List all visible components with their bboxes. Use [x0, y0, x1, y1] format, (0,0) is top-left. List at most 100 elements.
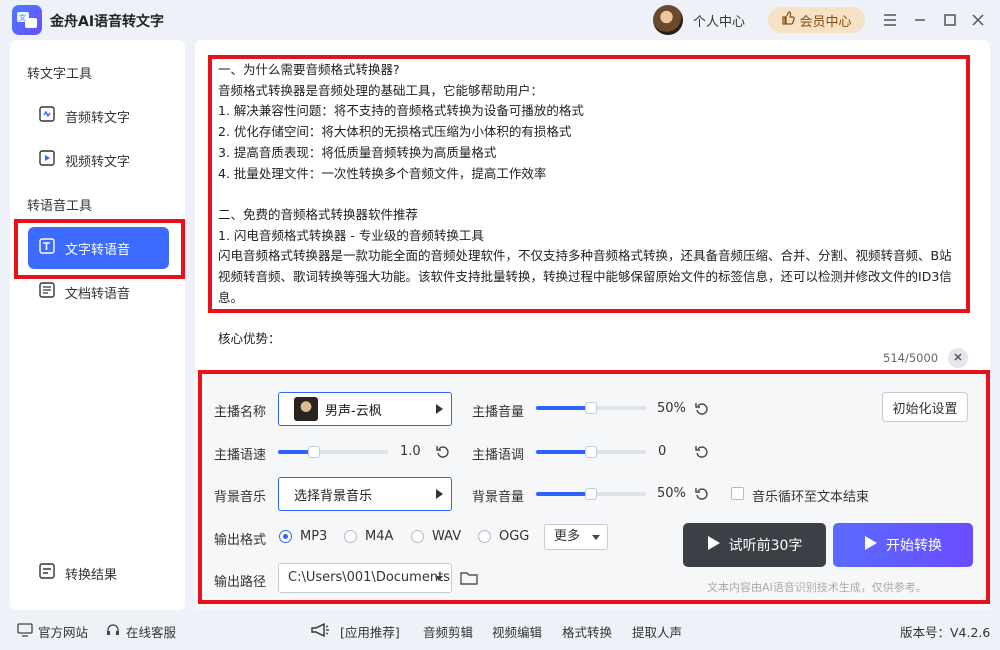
anchor-picker[interactable]: 男声-云枫 — [278, 392, 452, 426]
recommend-label: [应用推荐] — [340, 625, 400, 640]
reset-icon[interactable] — [435, 444, 451, 460]
thumb-up-icon — [781, 11, 796, 29]
output-path-select[interactable]: C:\Users\001\Documents — [278, 563, 452, 593]
bgm-volume-value: 50% — [657, 486, 686, 501]
speed-slider[interactable] — [278, 445, 388, 459]
format-radio-m4a[interactable] — [344, 530, 357, 543]
text-line — [218, 308, 958, 329]
pitch-slider[interactable] — [536, 445, 646, 459]
anchor-avatar — [294, 397, 318, 421]
text-line: 3. 提高音质表现：将低质量音频转换为高质量格式 — [218, 144, 497, 160]
vip-center-button[interactable]: 会员中心 — [768, 7, 865, 33]
menu-icon[interactable] — [880, 10, 900, 30]
format-radio-ogg[interactable] — [478, 530, 491, 543]
format-m4a-label: M4A — [365, 529, 394, 544]
sidebar-item-video-to-text[interactable]: 视频转文字 — [38, 150, 130, 170]
support-label: 在线客服 — [126, 625, 177, 640]
svg-text:文: 文 — [19, 13, 26, 22]
support-link[interactable]: 在线客服 — [105, 622, 176, 641]
user-center-link[interactable]: 个人中心 — [693, 11, 745, 30]
clear-text-button[interactable] — [948, 348, 968, 368]
speed-value: 1.0 — [400, 444, 421, 459]
website-link[interactable]: 官方网站 — [17, 622, 88, 641]
maximize-icon[interactable] — [940, 10, 960, 30]
sidebar-item-doc-to-speech[interactable]: 文档转语音 — [38, 282, 130, 302]
bgm-volume-label: 背景音量 — [472, 490, 525, 505]
slider-handle[interactable] — [585, 446, 597, 458]
sidebar-item-results[interactable]: 转换结果 — [38, 563, 117, 583]
start-convert-label: 开始转换 — [886, 538, 942, 554]
document-icon — [38, 281, 58, 303]
text-line: 1. 解决兼容性问题：将不支持的音频格式转换为设备可播放的格式 — [218, 103, 584, 119]
slider-handle[interactable] — [585, 402, 597, 414]
text-line: 闪电音频格式转换器是一款功能全面的音频处理软件，不仅支持多种音频格式转换，还具备… — [218, 248, 952, 305]
sidebar-item-label: 视频转文字 — [65, 154, 131, 170]
reset-icon[interactable] — [694, 444, 710, 460]
footer-link-audio-edit[interactable]: 音频剪辑 — [423, 622, 473, 641]
more-formats-select[interactable]: 更多 — [544, 524, 608, 550]
footer-link-video-edit[interactable]: 视频编辑 — [492, 622, 542, 641]
sidebar-item-audio-to-text[interactable]: 音频转文字 — [38, 106, 130, 126]
folder-icon[interactable] — [459, 569, 479, 587]
bgm-label: 背景音乐 — [214, 490, 267, 505]
bgm-picker[interactable]: 选择背景音乐 — [278, 477, 452, 511]
preview-listen-label: 试听前30字 — [728, 538, 803, 554]
format-radio-mp3[interactable] — [279, 530, 292, 543]
reset-icon[interactable] — [694, 401, 710, 417]
format-ogg-label: OGG — [499, 529, 530, 544]
text-line: 2. 优化存储空间：将大体积的无损格式压缩为小体积的有损格式 — [218, 124, 572, 140]
app-logo-icon: 文 — [12, 5, 42, 35]
anchor-name: 男声-云枫 — [325, 403, 382, 419]
megaphone-icon — [310, 622, 330, 641]
sidebar-item-label: 文档转语音 — [65, 286, 131, 302]
volume-label: 主播音量 — [472, 405, 525, 420]
slider-handle[interactable] — [585, 488, 597, 500]
bgm-picker-label: 选择背景音乐 — [294, 488, 373, 504]
start-convert-button[interactable]: 开始转换 — [833, 523, 973, 567]
format-label: 输出格式 — [214, 533, 267, 548]
init-settings-button[interactable]: 初始化设置 — [882, 392, 968, 422]
format-wav-label: WAV — [432, 529, 462, 544]
recommend-section: [应用推荐] — [310, 622, 400, 641]
sidebar-section-tts: 转语音工具 — [27, 199, 93, 214]
sidebar: 转文字工具 音频转文字 视频转文字 转语音工具 文字转语音 文档转语音 转换结果 — [10, 40, 185, 610]
video-file-icon — [38, 149, 58, 171]
speed-label: 主播语速 — [214, 448, 267, 463]
footer-link-vocal-extract[interactable]: 提取人声 — [632, 622, 682, 641]
footer-link-format-convert[interactable]: 格式转换 — [562, 622, 612, 641]
sidebar-item-text-to-speech[interactable]: 文字转语音 — [28, 227, 169, 269]
reset-icon[interactable] — [694, 486, 710, 502]
bgm-volume-slider[interactable] — [536, 487, 646, 501]
format-radio-wav[interactable] — [411, 530, 424, 543]
text-line: 一、为什么需要音频格式转换器? — [218, 62, 400, 77]
text-line — [218, 184, 958, 205]
website-label: 官方网站 — [38, 625, 89, 640]
volume-slider[interactable] — [536, 401, 646, 415]
minimize-icon[interactable] — [910, 10, 930, 30]
chevron-down-icon — [592, 535, 600, 540]
version-label: 版本号：V4.2.6 — [900, 625, 991, 640]
sidebar-item-label: 转换结果 — [65, 567, 118, 583]
play-icon — [707, 535, 721, 555]
settings-panel: 主播名称 男声-云枫 主播音量 50% 初始化设置 主播语速 1.0 主播语调 … — [195, 370, 990, 610]
play-icon — [864, 535, 878, 555]
slider-handle[interactable] — [308, 446, 321, 458]
pitch-label: 主播语调 — [472, 448, 525, 463]
footer: 官方网站 在线客服 [应用推荐] 音频剪辑 视频编辑 格式转换 提取人声 版本号… — [0, 612, 1000, 650]
text-line: 核心优势： — [218, 331, 281, 347]
preview-listen-button[interactable]: 试听前30字 — [683, 523, 826, 567]
text-speech-icon — [38, 237, 58, 259]
text-line: 二、免费的音频格式转换器软件推荐 — [218, 206, 419, 222]
close-icon[interactable] — [968, 10, 988, 30]
close-icon — [953, 351, 963, 366]
text-line: 4. 批量处理文件：一次性转换多个音频文件，提高工作效率 — [218, 165, 547, 181]
loop-checkbox[interactable] — [731, 487, 744, 500]
char-count: 514/5000 — [883, 351, 939, 365]
sidebar-item-label: 文字转语音 — [65, 242, 131, 258]
monitor-icon — [17, 623, 33, 640]
avatar[interactable] — [653, 5, 683, 35]
audio-file-icon — [38, 105, 58, 127]
chevron-down-icon — [435, 576, 443, 581]
text-input-area[interactable]: 一、为什么需要音频格式转换器? 音频格式转换器是音频处理的基础工具，它能够帮助用户… — [208, 55, 968, 355]
pitch-value: 0 — [658, 444, 667, 459]
